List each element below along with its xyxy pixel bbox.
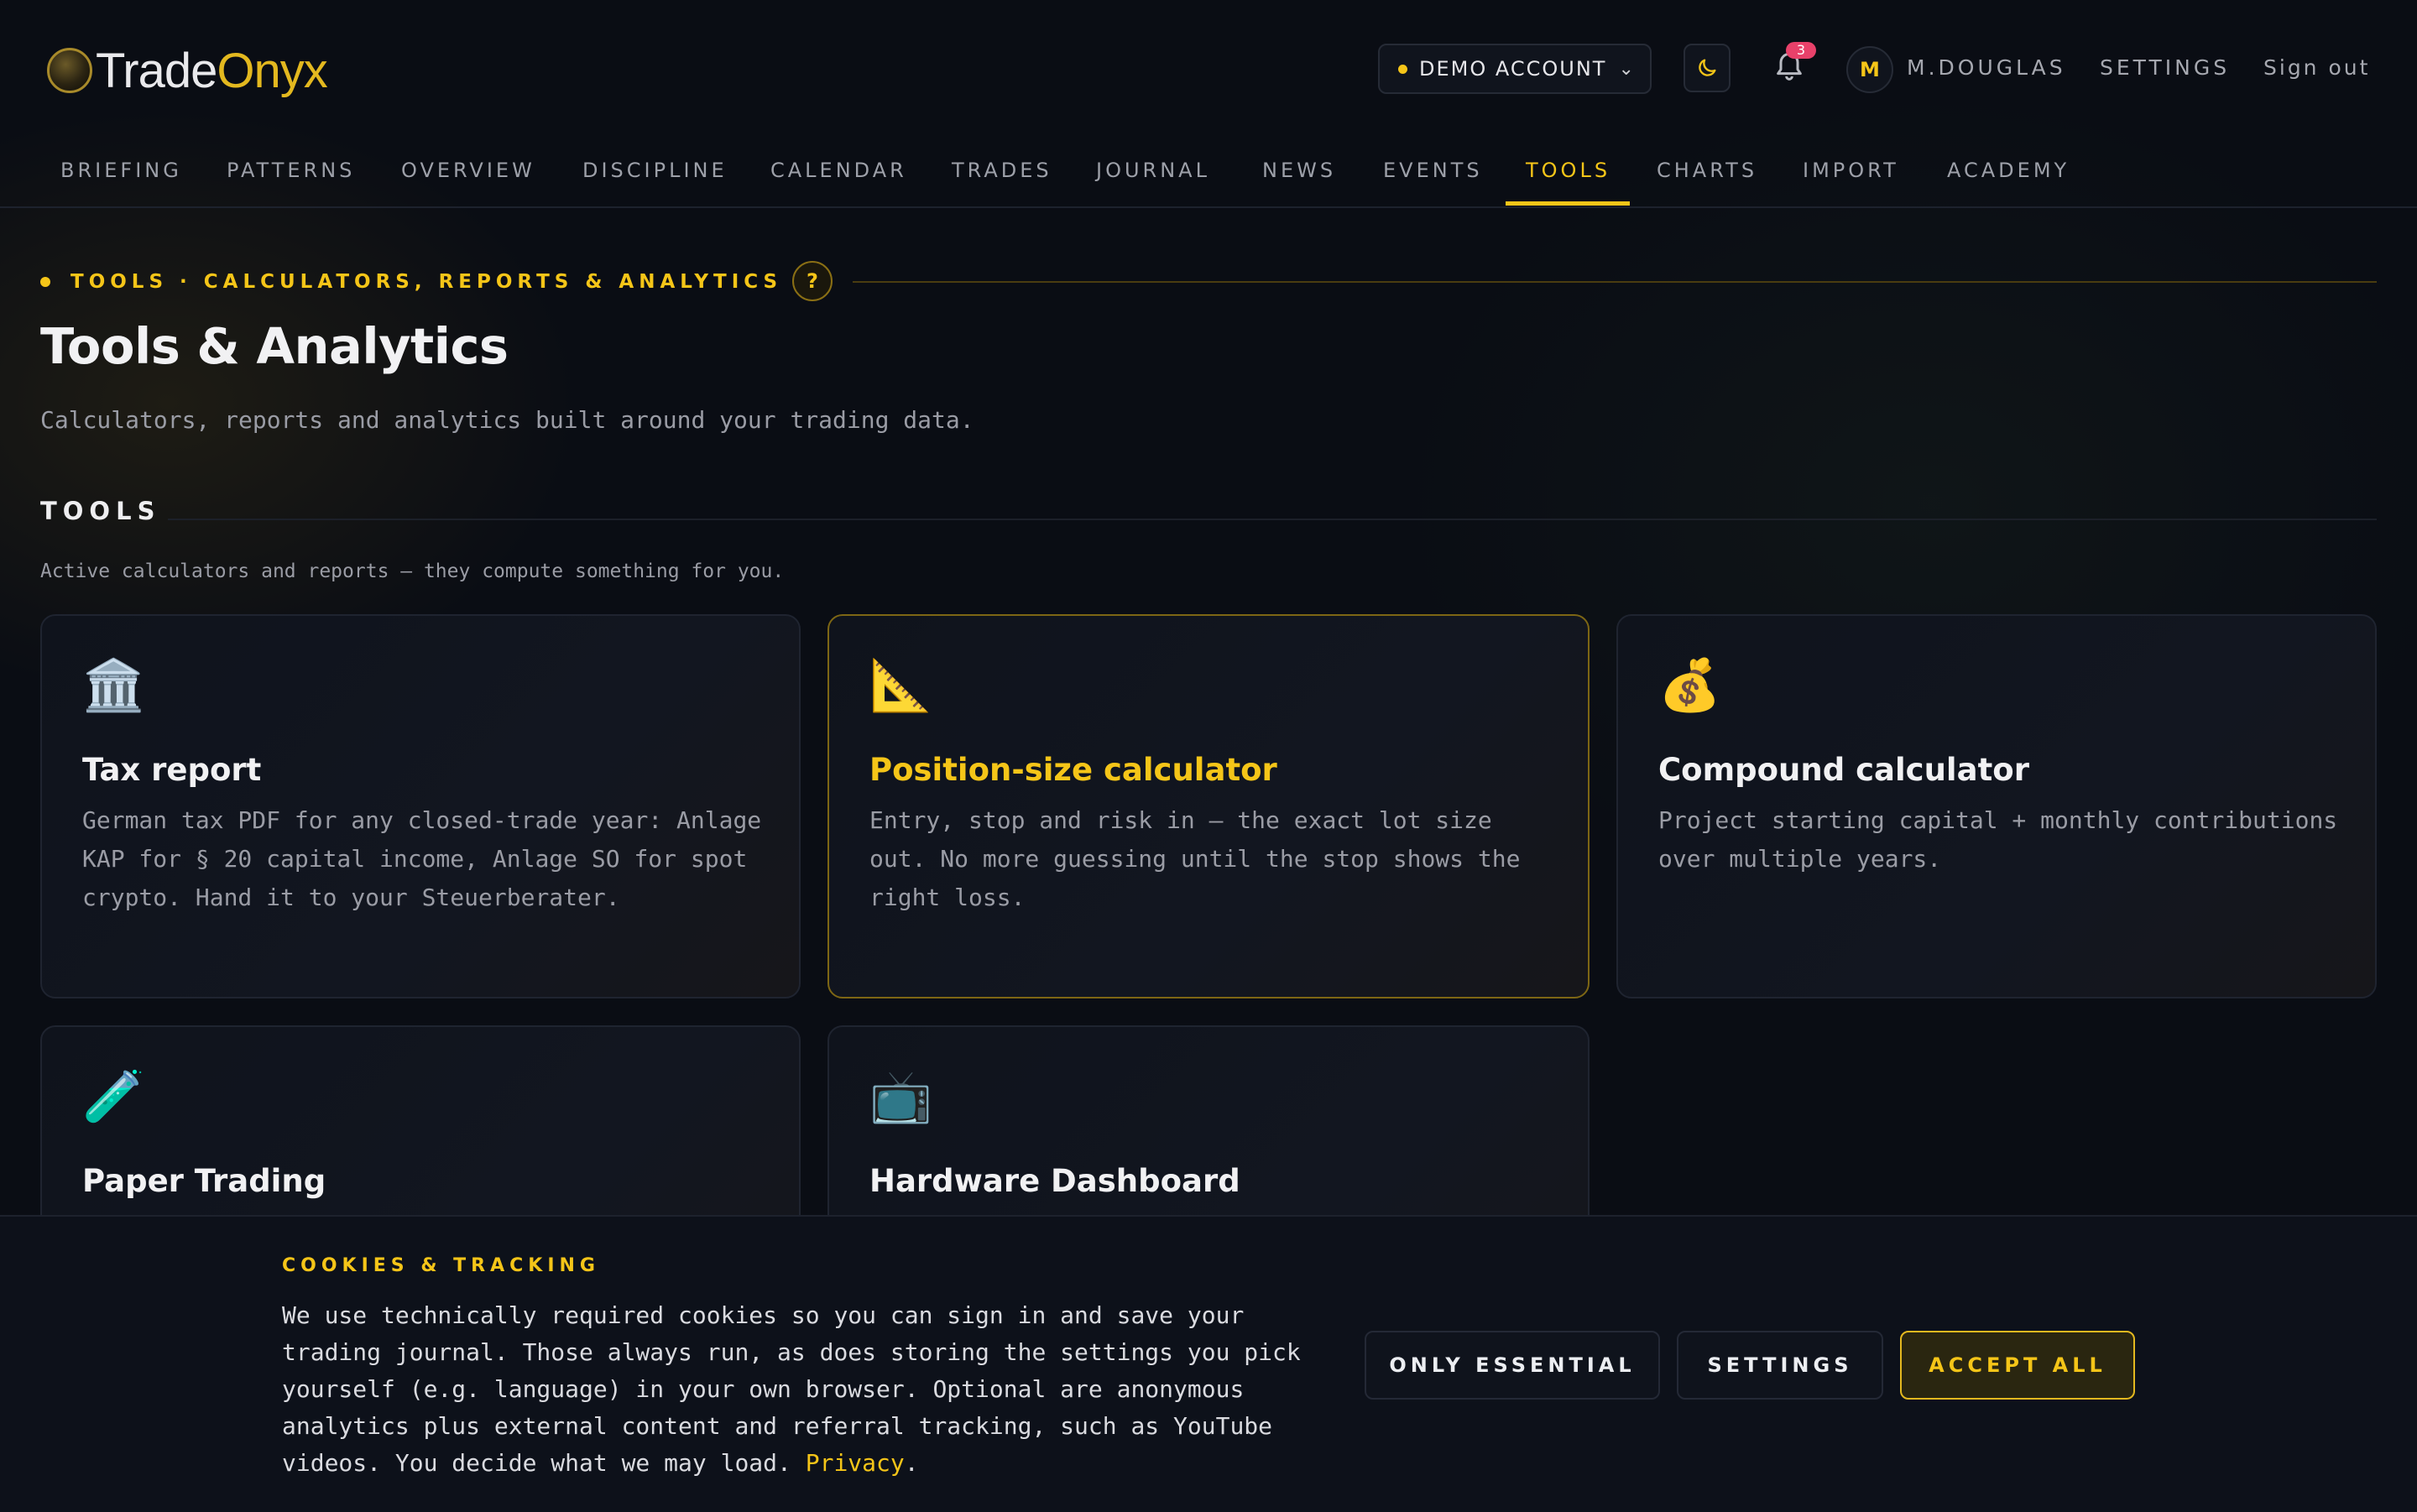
cookie-settings-button[interactable]: SETTINGS (1677, 1331, 1883, 1400)
section-divider (168, 519, 2377, 520)
card-description: Project starting capital + monthly contr… (1658, 806, 2338, 873)
nav-item-trades[interactable]: TRADES (952, 141, 1052, 206)
cookie-banner: COOKIES & TRACKING We use technically re… (0, 1215, 2417, 1512)
test-tube-icon: 🧪 (82, 1067, 145, 1126)
nav-item-charts[interactable]: CHARTS (1657, 141, 1757, 206)
card-description: Entry, stop and risk in — the exact lot … (869, 806, 1521, 911)
card-title: Tax report (82, 752, 262, 788)
top-bar: TradeOnyx DEMO ACCOUNT ⌄ 3 M M.DOUGLAS S… (0, 0, 2417, 141)
settings-link[interactable]: SETTINGS (2100, 55, 2230, 80)
main-nav: BRIEFING PATTERNS OVERVIEW DISCIPLINE CA… (0, 141, 2417, 208)
tool-card-compound[interactable]: 💰 Compound calculator Project starting c… (1616, 614, 2377, 998)
money-bag-icon: 💰 (1658, 656, 1721, 715)
cookie-text: We use technically required cookies so y… (282, 1297, 1323, 1482)
nav-item-discipline[interactable]: DISCIPLINE (582, 141, 728, 206)
nav-item-import[interactable]: IMPORT (1803, 141, 1899, 206)
card-title: Position-size calculator (869, 752, 1277, 788)
card-title: Hardware Dashboard (869, 1163, 1240, 1199)
section-subtitle: Active calculators and reports — they co… (40, 560, 785, 582)
bank-icon: 🏛️ (82, 656, 145, 715)
tool-card-position-size[interactable]: 📐 Position-size calculator Entry, stop a… (827, 614, 1590, 998)
signout-link[interactable]: Sign out (2263, 55, 2370, 80)
nav-item-events[interactable]: EVENTS (1383, 141, 1483, 206)
nav-item-journal[interactable]: JOURNAL (1096, 141, 1210, 206)
card-title: Compound calculator (1658, 752, 2029, 788)
only-essential-button[interactable]: ONLY ESSENTIAL (1365, 1331, 1660, 1400)
avatar[interactable]: M (1846, 46, 1893, 93)
eyebrow: TOOLS · CALCULATORS, REPORTS & ANALYTICS (40, 267, 782, 297)
tool-card-tax-report[interactable]: 🏛️ Tax report German tax PDF for any clo… (40, 614, 801, 998)
nav-item-academy[interactable]: ACADEMY (1947, 141, 2070, 206)
page-subtitle: Calculators, reports and analytics built… (40, 406, 974, 434)
logo[interactable]: TradeOnyx (47, 40, 328, 101)
moon-icon (1699, 59, 1716, 76)
nav-item-tools[interactable]: TOOLS (1526, 141, 1610, 206)
privacy-link[interactable]: Privacy (806, 1449, 905, 1477)
eyebrow-divider (853, 281, 2377, 283)
ruler-triangle-icon: 📐 (869, 656, 932, 715)
eyebrow-dot (40, 277, 50, 287)
cookie-period: . (904, 1449, 919, 1477)
card-description: German tax PDF for any closed-trade year… (82, 806, 762, 911)
chevron-down-icon: ⌄ (1618, 58, 1636, 80)
nav-item-briefing[interactable]: BRIEFING (60, 141, 182, 206)
logo-orb-icon (47, 48, 92, 93)
eyebrow-text: TOOLS · CALCULATORS, REPORTS & ANALYTICS (70, 271, 783, 293)
account-selector[interactable]: DEMO ACCOUNT ⌄ (1378, 44, 1652, 94)
nav-active-indicator (1506, 201, 1630, 206)
account-label: DEMO ACCOUNT (1419, 57, 1607, 81)
television-icon: 📺 (869, 1067, 932, 1126)
help-button[interactable]: ? (792, 261, 833, 301)
cookie-body: We use technically required cookies so y… (282, 1301, 1301, 1477)
username-link[interactable]: M.DOUGLAS (1907, 55, 2066, 80)
nav-item-overview[interactable]: OVERVIEW (401, 141, 535, 206)
logo-text-onyx: Onyx (217, 43, 327, 98)
logo-text-trade: Trade (96, 43, 217, 98)
cookie-title: COOKIES & TRACKING (282, 1255, 600, 1276)
account-status-dot (1398, 64, 1407, 74)
theme-toggle-button[interactable] (1684, 44, 1731, 92)
nav-item-patterns[interactable]: PATTERNS (227, 141, 355, 206)
notifications-badge: 3 (1786, 42, 1816, 59)
accept-all-button[interactable]: ACCEPT ALL (1900, 1331, 2135, 1400)
card-title: Paper Trading (82, 1163, 326, 1199)
nav-item-news[interactable]: NEWS (1262, 141, 1336, 206)
nav-item-calendar[interactable]: CALENDAR (770, 141, 907, 206)
page-title: Tools & Analytics (40, 317, 509, 375)
section-title: TOOLS (40, 497, 161, 525)
